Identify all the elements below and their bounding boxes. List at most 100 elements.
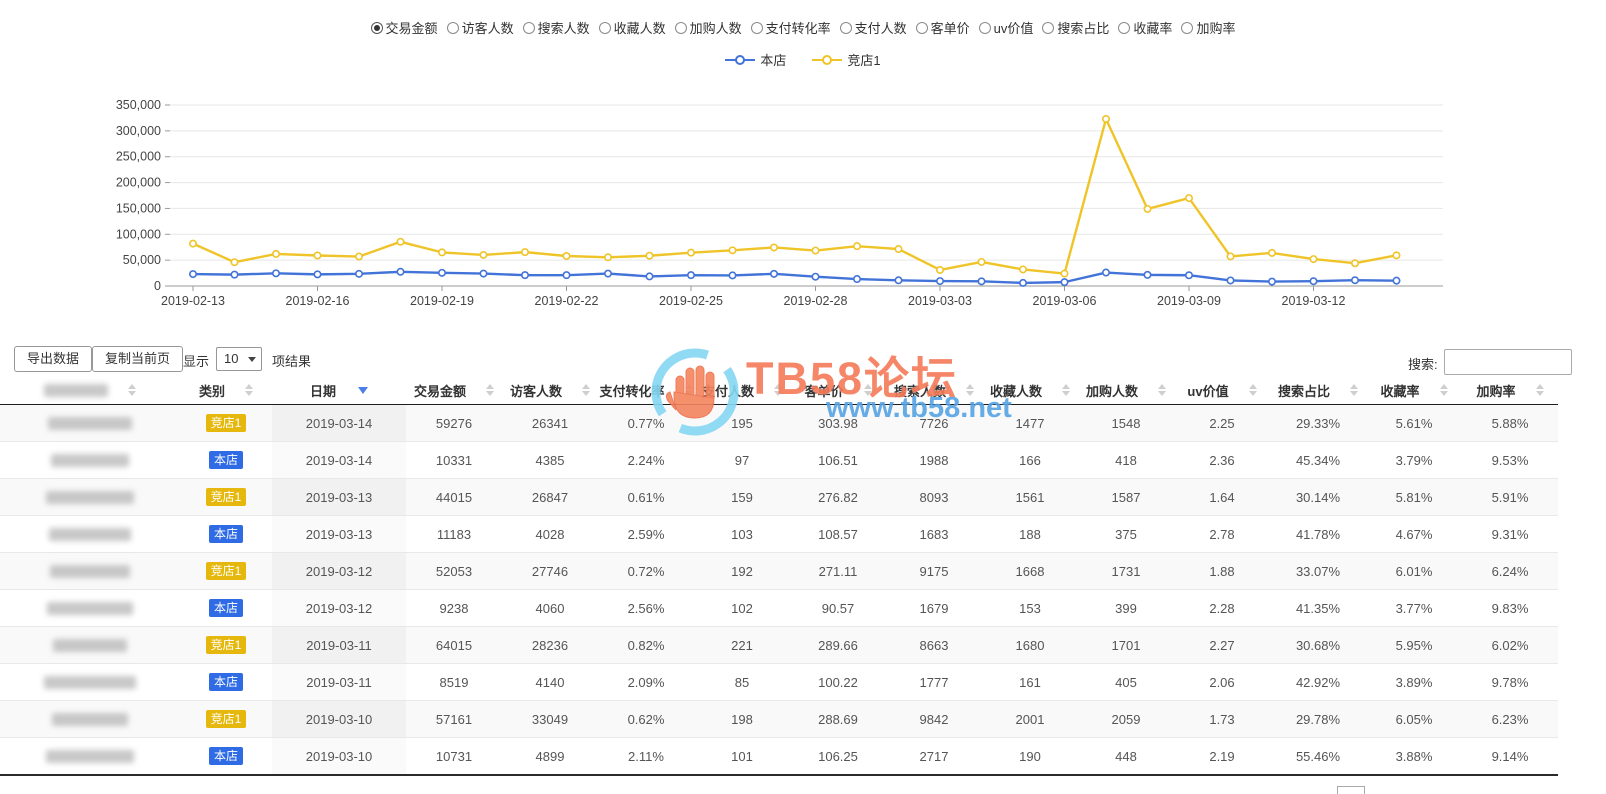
show-label: 显示 bbox=[183, 351, 209, 370]
table-row-0: 竞店12019-03-1459276263410.77%195303.98772… bbox=[0, 405, 1558, 442]
column-header-8[interactable]: 搜索人数 bbox=[886, 376, 982, 404]
table-row-3: 本店2019-03-131118340282.59%103108.5716831… bbox=[0, 516, 1558, 553]
value-cell: 30.14% bbox=[1270, 479, 1366, 515]
value-cell: 2.28 bbox=[1174, 590, 1270, 626]
value-cell: 1988 bbox=[886, 442, 982, 478]
value-cell: 9.31% bbox=[1462, 516, 1558, 552]
value-cell: 0.61% bbox=[598, 479, 694, 515]
value-cell: 4060 bbox=[502, 590, 598, 626]
value-cell: 10731 bbox=[406, 738, 502, 774]
sort-icon bbox=[1062, 384, 1070, 396]
column-header-12[interactable]: 搜索占比 bbox=[1270, 376, 1366, 404]
column-header-1[interactable]: 类别 bbox=[180, 376, 272, 404]
value-cell: 166 bbox=[982, 442, 1078, 478]
legend-item-0[interactable]: 本店 bbox=[725, 50, 786, 69]
svg-text:300,000: 300,000 bbox=[116, 124, 161, 138]
value-cell: 2.78 bbox=[1174, 516, 1270, 552]
date-cell: 2019-03-14 bbox=[272, 405, 406, 441]
metric-radio-10[interactable]: 收藏率 bbox=[1118, 18, 1172, 37]
redacted-text bbox=[48, 417, 132, 430]
svg-text:0: 0 bbox=[154, 279, 161, 293]
column-header-label: 收藏人数 bbox=[990, 381, 1042, 400]
metric-radio-9[interactable]: 搜索占比 bbox=[1042, 18, 1109, 37]
metric-radio-7[interactable]: 客单价 bbox=[916, 18, 970, 37]
column-header-label: 搜索人数 bbox=[894, 381, 946, 400]
date-cell: 2019-03-11 bbox=[272, 627, 406, 663]
metric-radio-label: uv价值 bbox=[994, 18, 1034, 37]
radio-icon bbox=[599, 22, 611, 34]
value-cell: 448 bbox=[1078, 738, 1174, 774]
category-cell: 本店 bbox=[180, 664, 272, 700]
column-header-11[interactable]: uv价值 bbox=[1174, 376, 1270, 404]
value-cell: 289.66 bbox=[790, 627, 886, 663]
column-header-4[interactable]: 访客人数 bbox=[502, 376, 598, 404]
column-header-6[interactable]: 支付人数 bbox=[694, 376, 790, 404]
value-cell: 41.35% bbox=[1270, 590, 1366, 626]
value-cell: 1587 bbox=[1078, 479, 1174, 515]
category-cell: 本店 bbox=[180, 516, 272, 552]
value-cell: 1668 bbox=[982, 553, 1078, 589]
column-header-5[interactable]: 支付转化率 bbox=[598, 376, 694, 404]
value-cell: 10331 bbox=[406, 442, 502, 478]
category-badge: 本店 bbox=[209, 673, 243, 691]
category-badge: 本店 bbox=[209, 525, 243, 543]
metric-radio-3[interactable]: 收藏人数 bbox=[599, 18, 666, 37]
value-cell: 221 bbox=[694, 627, 790, 663]
redacted-text bbox=[46, 491, 134, 504]
metric-radio-2[interactable]: 搜索人数 bbox=[523, 18, 590, 37]
redacted-text bbox=[50, 565, 130, 578]
redacted-item-name bbox=[0, 701, 180, 737]
value-cell: 29.33% bbox=[1270, 405, 1366, 441]
metric-radio-5[interactable]: 支付转化率 bbox=[751, 18, 831, 37]
value-cell: 42.92% bbox=[1270, 664, 1366, 700]
value-cell: 1561 bbox=[982, 479, 1078, 515]
legend-item-1[interactable]: 竞店1 bbox=[812, 50, 880, 69]
value-cell: 4028 bbox=[502, 516, 598, 552]
chevron-down-icon bbox=[248, 357, 256, 362]
column-header-14[interactable]: 加购率 bbox=[1462, 376, 1558, 404]
metric-radio-8[interactable]: uv价值 bbox=[979, 18, 1034, 37]
value-cell: 2.06 bbox=[1174, 664, 1270, 700]
table-header-row: 类别日期交易金额访客人数支付转化率 支付人数 客单价搜索人数 收藏人数 加购人数 uv价值… bbox=[0, 376, 1558, 405]
date-cell: 2019-03-11 bbox=[272, 664, 406, 700]
value-cell: 7726 bbox=[886, 405, 982, 441]
metric-radio-label: 搜索占比 bbox=[1057, 18, 1109, 37]
legend-marker-icon bbox=[812, 54, 842, 66]
value-cell: 106.51 bbox=[790, 442, 886, 478]
value-cell: 11183 bbox=[406, 516, 502, 552]
metric-radio-0[interactable]: 交易金额 bbox=[371, 18, 438, 37]
table-row-6: 竞店12019-03-1164015282360.82%221289.66866… bbox=[0, 627, 1558, 664]
metric-radio-11[interactable]: 加购率 bbox=[1181, 18, 1235, 37]
value-cell: 3.89% bbox=[1366, 664, 1462, 700]
radio-icon bbox=[675, 22, 687, 34]
export-data-button[interactable]: 导出数据 bbox=[14, 346, 92, 372]
column-header-10[interactable]: 加购人数 bbox=[1078, 376, 1174, 404]
column-header-9[interactable]: 收藏人数 bbox=[982, 376, 1078, 404]
page-size-select[interactable]: 10 bbox=[216, 347, 262, 371]
redacted-item-name bbox=[0, 479, 180, 515]
column-header-label: 加购人数 bbox=[1086, 381, 1138, 400]
column-header-2[interactable]: 日期 bbox=[272, 376, 406, 404]
metric-radio-1[interactable]: 访客人数 bbox=[447, 18, 514, 37]
redacted-item-name bbox=[0, 553, 180, 589]
column-header-13[interactable]: 收藏率 bbox=[1366, 376, 1462, 404]
column-header-label: 支付转化率 bbox=[599, 381, 664, 400]
category-badge: 本店 bbox=[209, 599, 243, 617]
sort-icon bbox=[128, 384, 136, 396]
column-header-0[interactable] bbox=[0, 376, 180, 404]
value-cell: 1.88 bbox=[1174, 553, 1270, 589]
column-header-label: uv价值 bbox=[1187, 381, 1228, 400]
metric-radio-6[interactable]: 支付人数 bbox=[840, 18, 907, 37]
metric-radio-4[interactable]: 加购人数 bbox=[675, 18, 742, 37]
search-input[interactable] bbox=[1444, 349, 1572, 375]
column-header-7[interactable]: 客单价 bbox=[790, 376, 886, 404]
date-cell: 2019-03-13 bbox=[272, 516, 406, 552]
copy-current-page-button[interactable]: 复制当前页 bbox=[92, 346, 183, 372]
redacted-text bbox=[47, 602, 133, 615]
value-cell: 9238 bbox=[406, 590, 502, 626]
column-header-3[interactable]: 交易金额 bbox=[406, 376, 502, 404]
value-cell: 1701 bbox=[1078, 627, 1174, 663]
redacted-text bbox=[44, 676, 136, 689]
value-cell: 6.24% bbox=[1462, 553, 1558, 589]
column-header-label: 支付人数 bbox=[702, 381, 754, 400]
